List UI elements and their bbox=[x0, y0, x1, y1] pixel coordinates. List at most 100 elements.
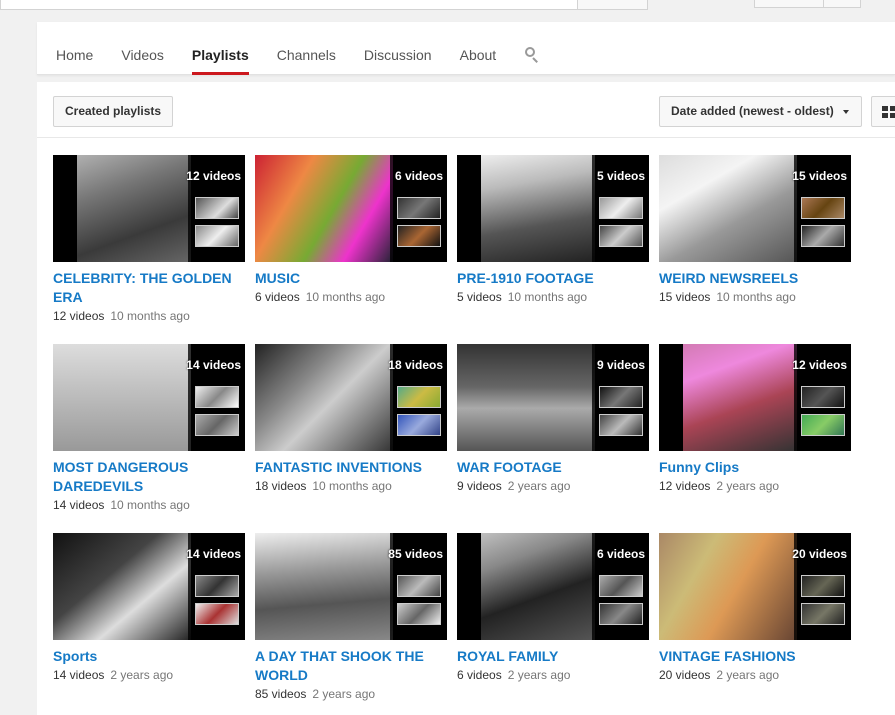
mini-thumbnail bbox=[599, 197, 643, 219]
playlist-age: 10 months ago bbox=[507, 290, 588, 304]
playlist-title[interactable]: WEIRD NEWSREELS bbox=[659, 269, 851, 288]
playlist-title[interactable]: CELEBRITY: THE GOLDEN ERA bbox=[53, 269, 245, 307]
playlist-item: 6 videos ROYAL FAMILY 6 videos 2 years ag… bbox=[457, 533, 649, 683]
playlist-age: 2 years ago bbox=[716, 479, 780, 493]
playlist-meta: 14 videos 10 months ago bbox=[53, 498, 245, 513]
playlist-meta: 6 videos 10 months ago bbox=[255, 290, 447, 305]
sort-dropdown[interactable]: Date added (newest - oldest) bbox=[659, 96, 862, 127]
thumbnail-letterbox bbox=[457, 533, 481, 640]
playlist-thumbnail-image bbox=[255, 155, 393, 262]
playlist-title[interactable]: PRE-1910 FOOTAGE bbox=[457, 269, 649, 288]
sort-dropdown-label: Date added (newest - oldest) bbox=[671, 104, 834, 118]
thumbnail-letterbox bbox=[53, 155, 77, 262]
playlist-title[interactable]: Funny Clips bbox=[659, 458, 851, 477]
tab-playlists[interactable]: Playlists bbox=[191, 22, 249, 75]
playlist-thumbnail[interactable]: 12 videos bbox=[53, 155, 245, 262]
playlist-thumbnail-image bbox=[255, 533, 393, 640]
playlist-thumbnail[interactable]: 15 videos bbox=[659, 155, 851, 262]
playlist-thumbnail-image bbox=[255, 344, 393, 451]
playlist-item: 14 videos Sports 14 videos 2 years ago bbox=[53, 533, 245, 683]
playlist-title[interactable]: MOST DANGEROUS DAREDEVILS bbox=[53, 458, 245, 496]
playlist-meta: 5 videos 10 months ago bbox=[457, 290, 649, 305]
mini-thumbnail bbox=[801, 603, 845, 625]
playlist-thumbnail[interactable]: 14 videos bbox=[53, 344, 245, 451]
playlist-video-count: 14 videos bbox=[53, 498, 105, 512]
video-count-badge: 12 videos bbox=[186, 169, 241, 183]
playlist-thumbnail-image bbox=[659, 533, 797, 640]
video-count-badge: 5 videos bbox=[596, 169, 645, 183]
tab-videos[interactable]: Videos bbox=[121, 22, 164, 75]
playlist-age: 10 months ago bbox=[110, 309, 190, 323]
playlist-age: 10 months ago bbox=[312, 479, 392, 493]
playlist-meta: 6 videos 2 years ago bbox=[457, 668, 649, 683]
playlist-item: 5 videos PRE-1910 FOOTAGE 5 videos 10 mon… bbox=[457, 155, 649, 305]
playlist-thumbnail[interactable]: 14 videos bbox=[53, 533, 245, 640]
tab-discussion[interactable]: Discussion bbox=[364, 22, 432, 75]
mini-thumbnail bbox=[195, 197, 239, 219]
playlist-item: 9 videos WAR FOOTAGE 9 videos 2 years ago bbox=[457, 344, 649, 494]
video-count-badge: 85 videos bbox=[388, 547, 443, 561]
playlist-video-count: 6 videos bbox=[255, 290, 300, 304]
playlist-thumbnail[interactable]: 9 videos bbox=[457, 344, 649, 451]
playlist-title[interactable]: MUSIC bbox=[255, 269, 447, 288]
search-icon-lens bbox=[525, 47, 536, 57]
mini-thumbnail bbox=[397, 414, 441, 436]
video-count-badge: 9 videos bbox=[596, 358, 645, 372]
caret-down-icon bbox=[843, 110, 849, 114]
playlist-meta: 14 videos 2 years ago bbox=[53, 668, 245, 683]
playlists-panel: Created playlists Date added (newest - o… bbox=[37, 82, 895, 715]
mini-thumbnail bbox=[599, 386, 643, 408]
playlist-video-count: 5 videos bbox=[457, 290, 502, 304]
mini-thumbnail bbox=[195, 414, 239, 436]
playlist-title[interactable]: VINTAGE FASHIONS bbox=[659, 647, 851, 666]
playlist-video-count: 85 videos bbox=[255, 687, 307, 701]
playlist-thumbnail[interactable]: 20 videos bbox=[659, 533, 851, 640]
mini-thumbnail bbox=[195, 225, 239, 247]
mini-thumbnail bbox=[801, 575, 845, 597]
masthead-menu-button[interactable] bbox=[823, 0, 861, 8]
masthead-search-input[interactable] bbox=[0, 0, 578, 10]
playlist-age: 2 years ago bbox=[507, 479, 571, 493]
playlist-title[interactable]: FANTASTIC INVENTIONS bbox=[255, 458, 447, 477]
mini-thumbnail bbox=[801, 386, 845, 408]
playlist-title[interactable]: WAR FOOTAGE bbox=[457, 458, 649, 477]
playlist-item: 12 videos Funny Clips 12 videos 2 years a… bbox=[659, 344, 851, 494]
grid-view-button[interactable] bbox=[871, 96, 895, 127]
mini-thumbnail bbox=[801, 197, 845, 219]
playlist-item: 14 videos MOST DANGEROUS DAREDEVILS 14 v… bbox=[53, 344, 245, 513]
search-icon[interactable] bbox=[524, 47, 540, 63]
playlist-thumbnail[interactable]: 6 videos bbox=[255, 155, 447, 262]
tab-channels[interactable]: Channels bbox=[277, 22, 336, 75]
playlist-thumbnail[interactable]: 6 videos bbox=[457, 533, 649, 640]
playlist-meta: 85 videos 2 years ago bbox=[255, 687, 447, 702]
mini-thumbnail bbox=[195, 603, 239, 625]
mini-thumbnail bbox=[599, 225, 643, 247]
playlist-thumbnail[interactable]: 12 videos bbox=[659, 344, 851, 451]
playlist-age: 2 years ago bbox=[716, 668, 780, 682]
playlist-thumbnail[interactable]: 5 videos bbox=[457, 155, 649, 262]
tab-about[interactable]: About bbox=[460, 22, 497, 75]
playlist-title[interactable]: Sports bbox=[53, 647, 245, 666]
playlist-age: 2 years ago bbox=[312, 687, 376, 701]
masthead-search-button[interactable] bbox=[577, 0, 648, 10]
playlist-video-count: 18 videos bbox=[255, 479, 307, 493]
playlist-video-count: 9 videos bbox=[457, 479, 502, 493]
video-count-badge: 14 videos bbox=[186, 358, 241, 372]
tab-home[interactable]: Home bbox=[56, 22, 93, 75]
playlist-title[interactable]: ROYAL FAMILY bbox=[457, 647, 649, 666]
mini-thumbnail bbox=[397, 225, 441, 247]
video-count-badge: 18 videos bbox=[388, 358, 443, 372]
playlist-item: 85 videos A DAY THAT SHOOK THE WORLD 85 … bbox=[255, 533, 447, 702]
playlist-thumbnail[interactable]: 18 videos bbox=[255, 344, 447, 451]
playlists-toolbar: Created playlists Date added (newest - o… bbox=[37, 82, 895, 138]
playlist-item: 12 videos CELEBRITY: THE GOLDEN ERA 12 v… bbox=[53, 155, 245, 324]
playlist-title[interactable]: A DAY THAT SHOOK THE WORLD bbox=[255, 647, 447, 685]
playlist-meta: 20 videos 2 years ago bbox=[659, 668, 851, 683]
created-playlists-button[interactable]: Created playlists bbox=[53, 96, 174, 127]
playlist-meta: 18 videos 10 months ago bbox=[255, 479, 447, 494]
mini-thumbnail bbox=[195, 575, 239, 597]
playlist-meta: 12 videos 10 months ago bbox=[53, 309, 245, 324]
playlist-age: 2 years ago bbox=[507, 668, 571, 682]
playlist-thumbnail[interactable]: 85 videos bbox=[255, 533, 447, 640]
masthead-upload-button[interactable] bbox=[754, 0, 824, 8]
